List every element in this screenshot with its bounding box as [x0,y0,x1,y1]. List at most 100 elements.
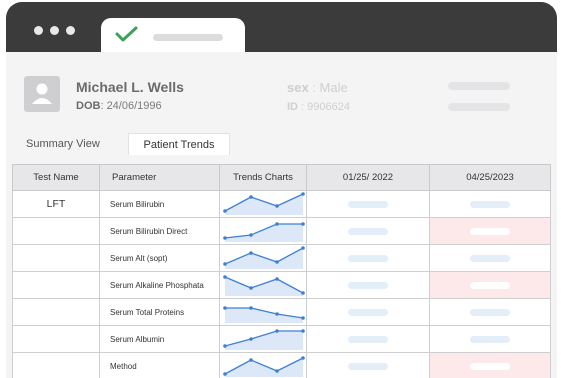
value-placeholder [470,362,510,370]
value-placeholder [348,335,388,343]
value-cell-2023 [429,325,551,353]
sparkline-point [275,204,279,208]
sparkline-point [249,195,253,199]
sparkline-chart [223,329,305,350]
sparkline-point [223,262,227,266]
parameter-cell: Serum Albumin [99,325,220,353]
trend-chart-cell [219,217,307,245]
sparkline-point [301,246,305,250]
parameter-cell: Serum Bilirubin [99,190,220,218]
parameter-cell: Method [99,352,220,378]
patient-sex: sex : Male [287,80,348,95]
sparkline-point [301,356,305,360]
column-header: Parameter [99,164,220,191]
trend-chart-cell [219,298,307,326]
patient-name: Michael L. Wells [76,79,184,95]
tab-title-placeholder [153,34,223,41]
value-placeholder [470,254,510,262]
column-header: 04/25/2023 [429,164,551,191]
user-icon [32,83,52,104]
parameter-cell: Serum Total Proteins [99,298,220,326]
sparkline-point [275,312,279,316]
value-placeholder [348,200,388,208]
sparkline-point [301,316,305,320]
table-row[interactable]: Serum Alt (sopt) [12,244,551,272]
sparkline-area [225,331,303,350]
value-placeholder [470,227,510,235]
value-placeholder [348,281,388,289]
table-row[interactable]: LFT Serum Bilirubin [12,190,551,218]
value-placeholder [470,335,510,343]
value-placeholder [348,254,388,262]
patient-panel: Michael L. Wells DOB: 24/06/1996 sex : M… [6,52,557,378]
value-placeholder [470,281,510,289]
column-header: Test Name [12,164,100,191]
test-name-cell [12,217,100,245]
sparkline-point [275,329,279,333]
sparkline-chart [223,275,305,296]
value-cell-2022 [306,244,430,272]
value-cell-2023 [429,217,551,245]
avatar [24,76,60,112]
trend-chart-cell [219,325,307,353]
tab-summary-view[interactable]: Summary View [14,133,112,155]
sparkline-chart [223,356,305,377]
column-header: 01/25/ 2022 [306,164,430,191]
parameter-cell: Serum Bilirubin Direct [99,217,220,245]
sparkline-point [249,251,253,255]
sparkline-point [223,344,227,348]
app-window: Michael L. Wells DOB: 24/06/1996 sex : M… [6,2,557,378]
sparkline-point [249,233,253,237]
placeholder-bar [448,103,510,111]
parameter-cell: Serum Alt (sopt) [99,244,220,272]
value-placeholder [348,227,388,235]
window-control-dot[interactable] [66,26,75,35]
test-name-cell [12,352,100,378]
title-bar [6,2,557,54]
trend-chart-cell [219,190,307,218]
placeholder-bar [448,82,510,90]
value-placeholder [348,308,388,316]
value-placeholder [348,362,388,370]
sparkline-point [223,275,227,279]
parameter-cell: Serum Alkaline Phosphata [99,271,220,299]
sparkline-chart [223,192,305,215]
table-row[interactable]: Serum Total Proteins [12,298,551,326]
sparkline-point [223,209,227,213]
sparkline-point [301,222,305,226]
value-cell-2023 [429,352,551,378]
browser-tab[interactable] [101,18,245,54]
sparkline-point [301,329,305,333]
table-row[interactable]: Serum Albumin [12,325,551,353]
sparkline-chart [223,222,305,242]
window-control-dot[interactable] [34,26,43,35]
sparkline-area [225,224,303,242]
sparkline-area [225,308,303,323]
test-name-cell [12,271,100,299]
value-cell-2022 [306,217,430,245]
sparkline-point [249,358,253,362]
trend-chart-cell [219,271,307,299]
value-cell-2023 [429,244,551,272]
sparkline-point [301,291,305,295]
value-placeholder [470,200,510,208]
value-cell-2023 [429,190,551,218]
value-cell-2022 [306,298,430,326]
lab-results-table: Test Name Parameter Trends Charts 01/25/… [12,164,551,378]
value-cell-2022 [306,325,430,353]
test-name-cell [12,325,100,353]
check-icon [115,26,139,47]
sparkline-chart [223,306,305,323]
table-row[interactable]: Serum Alkaline Phosphata [12,271,551,299]
value-cell-2022 [306,190,430,218]
column-header: Trends Charts [219,164,307,191]
table-row[interactable]: Method [12,352,551,378]
sparkline-point [223,372,227,376]
table-row[interactable]: Serum Bilirubin Direct [12,217,551,245]
tab-patient-trends[interactable]: Patient Trends [128,133,230,155]
sparkline-point [275,369,279,373]
sparkline-point [249,337,253,341]
trend-chart-cell [219,244,307,272]
window-control-dot[interactable] [50,26,59,35]
table-header-row: Test Name Parameter Trends Charts 01/25/… [12,164,551,191]
